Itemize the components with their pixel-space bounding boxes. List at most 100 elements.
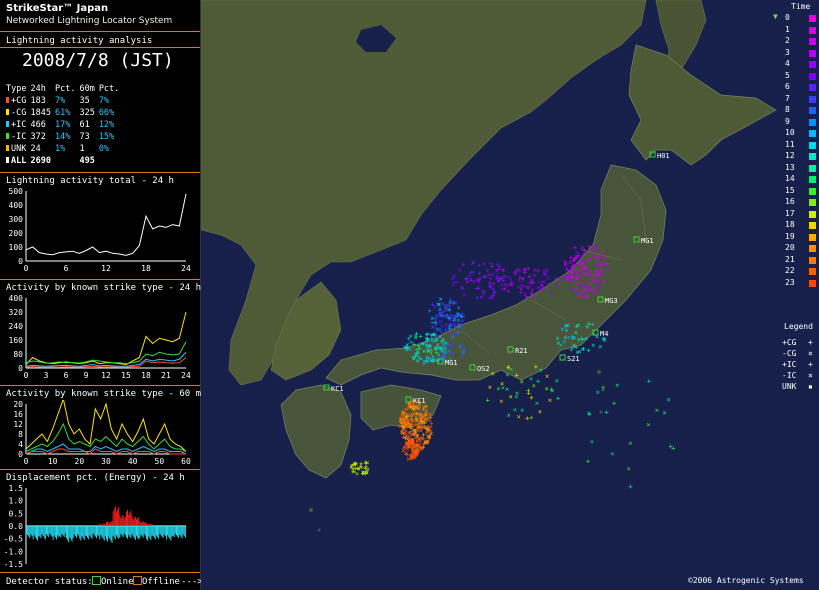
series-line [25, 341, 187, 365]
legend-hour: 22 [785, 266, 795, 275]
x-tick-label: 50 [155, 457, 165, 466]
bar [149, 523, 151, 526]
strike-marker: + [573, 260, 577, 268]
bar [166, 526, 167, 540]
legend-type-symbol: × [808, 371, 813, 380]
bar [42, 526, 44, 537]
bar [127, 526, 129, 539]
strike-marker: × [402, 417, 406, 425]
strike-marker: × [554, 275, 558, 283]
strike-marker: + [539, 285, 543, 293]
bar [134, 526, 136, 540]
japan-map[interactable]: ×++ ××+×××++×+×+×× ×++×+×+××++××××××++××++… [201, 0, 819, 590]
bar [62, 526, 64, 536]
x-tick-label: 20 [75, 457, 85, 466]
legend-hour: 1 [785, 24, 790, 34]
bar [140, 526, 142, 535]
bar [184, 526, 186, 538]
strike-marker: × [578, 252, 582, 260]
strike-marker: + [536, 377, 540, 385]
stats-cell-m60: 1 [79, 144, 85, 154]
bar [104, 526, 106, 537]
bar [60, 526, 62, 538]
series-line [25, 311, 187, 366]
bar [132, 519, 134, 526]
col-header: 60m [79, 84, 95, 94]
strike-marker: × [655, 406, 659, 414]
bar [78, 526, 80, 536]
bar [107, 526, 109, 542]
col-header: Pct. [54, 84, 76, 94]
stats-cell-m60: 61 [79, 120, 90, 130]
stats-cell-h24: 1845 [30, 108, 51, 118]
legend-hour: 6 [785, 82, 790, 91]
app-header: StrikeStar™ Japan Networked Lightning Lo… [0, 0, 200, 30]
strike-marker: + [600, 270, 604, 278]
bar [139, 521, 141, 526]
bar [168, 526, 170, 537]
bar [163, 526, 165, 535]
station-label: MG1 [641, 237, 654, 245]
stats-cell-pct60 [99, 155, 123, 167]
bar [116, 512, 117, 526]
chart-title-type24: Activity by known strike type - 24 h [6, 283, 202, 293]
bar [120, 517, 122, 526]
strike-marker: + [415, 352, 419, 360]
bar [127, 509, 129, 526]
bar [122, 514, 124, 526]
strike-marker: + [424, 338, 428, 346]
strike-marker: + [444, 321, 448, 329]
strike-marker: × [517, 413, 521, 421]
strike-marker: × [627, 465, 631, 473]
legend-hour: 15 [785, 185, 795, 195]
bar [52, 526, 54, 540]
strike-marker: × [518, 267, 522, 275]
strike-marker: × [604, 261, 608, 269]
map-area[interactable]: × + + × × + × × × + + × + × + × × × + + × + × + × × + + × × × × × × + + × × + +… [201, 0, 819, 590]
offline-label: Offline [142, 577, 180, 587]
legend-hour: 2 [785, 36, 790, 45]
bar [100, 524, 102, 526]
x-tick-label: 0 [24, 457, 29, 466]
bar [173, 526, 175, 538]
strike-marker: × [567, 276, 571, 284]
strike-marker: × [535, 400, 539, 408]
copyright: ©2006 Astrogenic Systems [688, 576, 804, 585]
app-subtitle: Networked Lightning Locator System [6, 16, 173, 26]
strike-marker: × [545, 385, 549, 393]
bar [70, 526, 72, 540]
legend-hour: 13 [785, 162, 795, 172]
strike-marker: × [408, 346, 412, 354]
y-tick-label: 100 [9, 243, 24, 252]
bar [119, 514, 121, 526]
strike-marker: + [461, 284, 465, 292]
type-marker [6, 157, 9, 163]
col-header: Type [6, 84, 27, 94]
chart-displacement: 1.5 1.0 0.5 0.0 -0.5 -1.0 -1.5 [4, 484, 186, 569]
bar [29, 526, 31, 539]
footer-arrow[interactable]: ---> [181, 577, 203, 587]
strike-marker: × [546, 275, 550, 283]
y-tick-label: 160 [9, 336, 24, 345]
strike-marker: + [549, 288, 553, 296]
type-label: +CG [11, 96, 27, 106]
strike-marker: × [628, 439, 632, 447]
strike-marker: × [507, 411, 511, 419]
bar [138, 517, 140, 526]
bar [110, 526, 112, 541]
stats-cell-pct24: 17% [54, 120, 71, 130]
strike-marker: × [594, 242, 598, 250]
bar [136, 526, 137, 536]
strike-marker: + [593, 253, 597, 261]
bar [124, 516, 126, 526]
bar [67, 526, 69, 541]
bar [101, 526, 103, 537]
strike-marker: + [565, 265, 569, 273]
legend-swatch [809, 38, 816, 45]
strike-marker: × [402, 425, 406, 433]
strike-marker: + [586, 346, 590, 354]
strike-marker: × [427, 417, 431, 425]
legend-hour: 4 [785, 59, 790, 68]
bar [129, 526, 131, 537]
strike-marker: × [487, 271, 491, 279]
